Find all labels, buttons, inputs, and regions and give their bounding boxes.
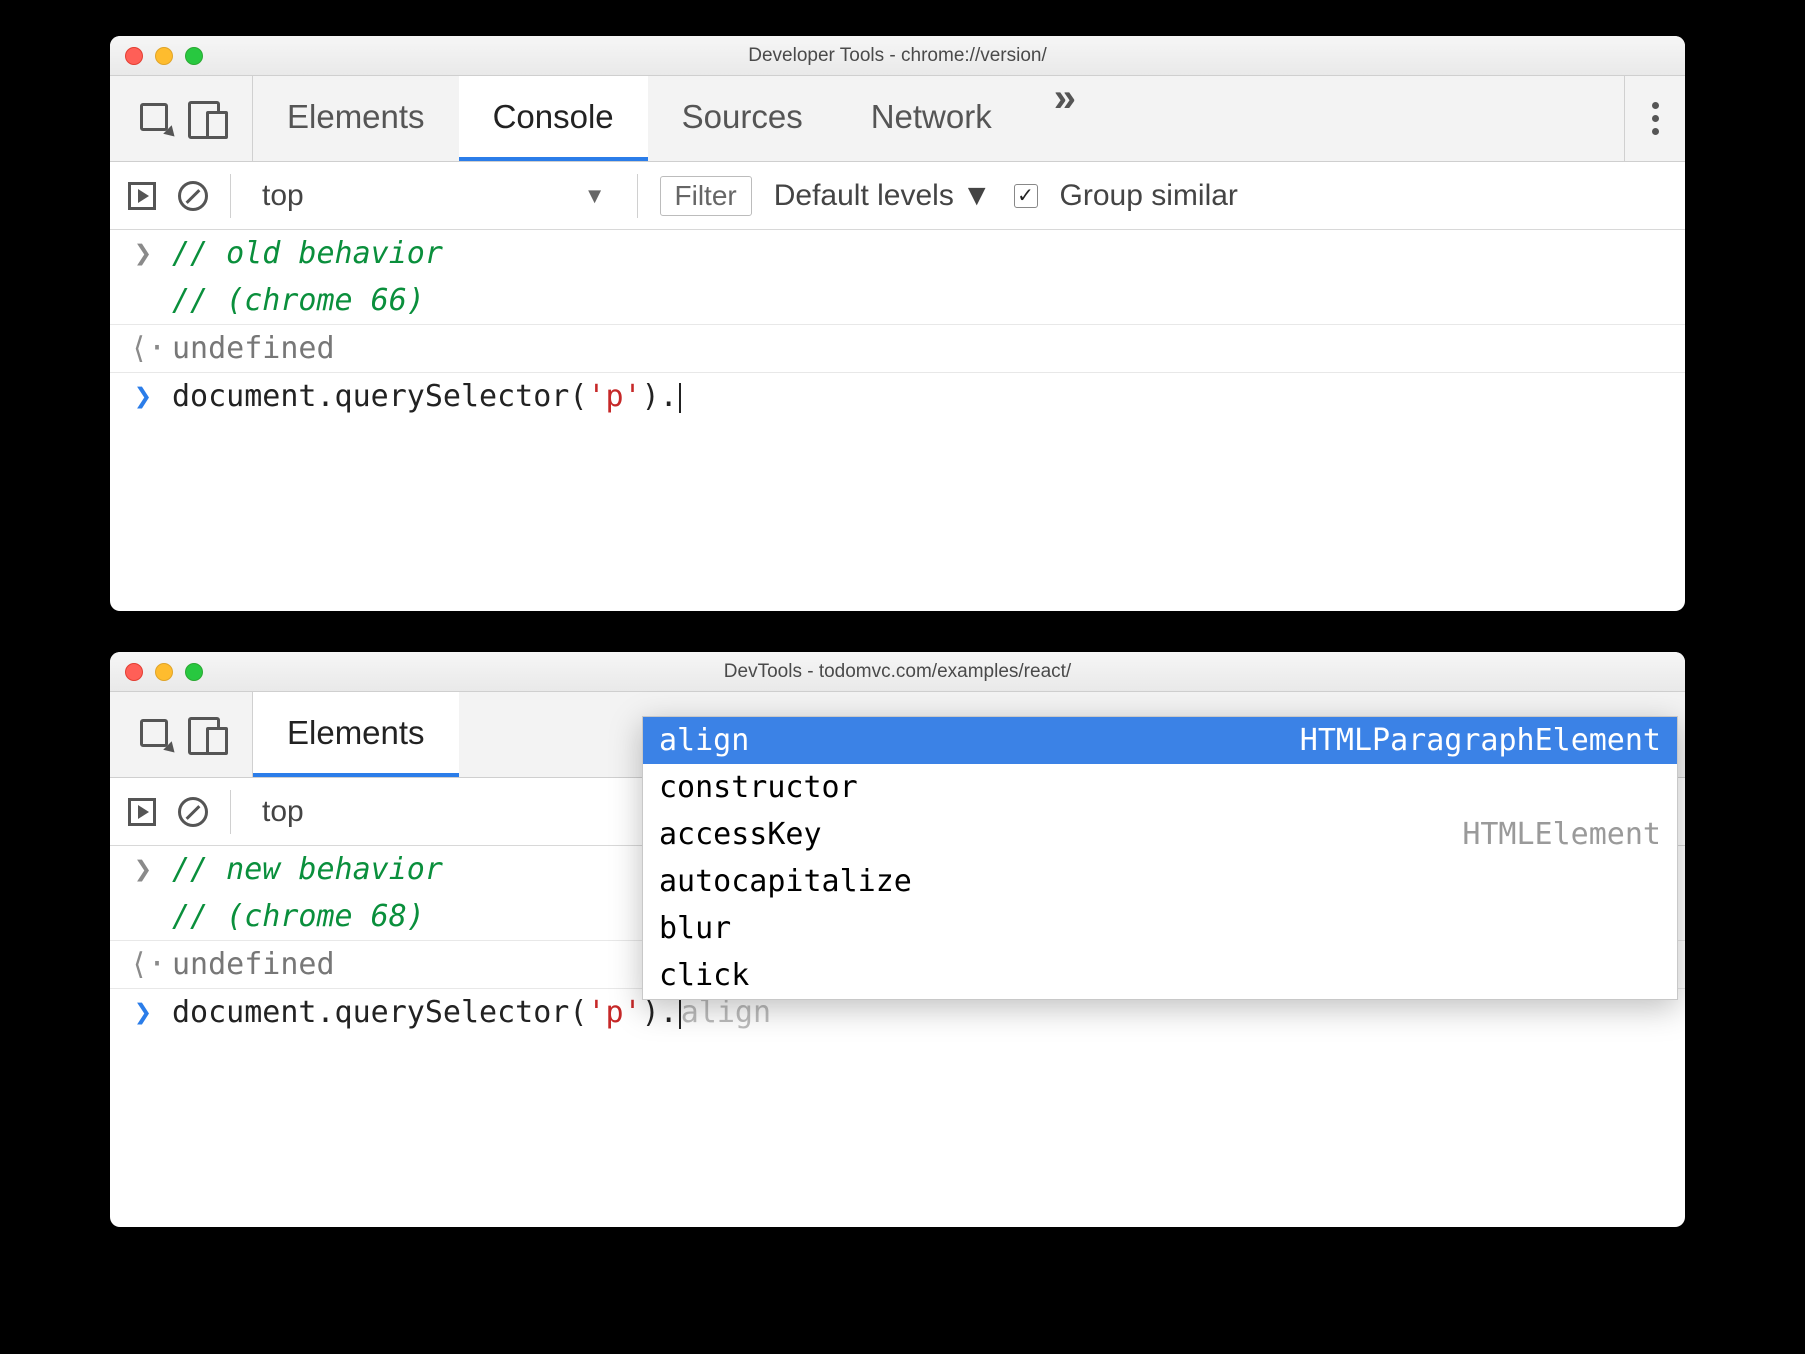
window-title: Developer Tools - chrome://version/: [110, 45, 1685, 67]
autocomplete-item[interactable]: autocapitalize: [643, 858, 1677, 905]
levels-label: Default levels: [774, 179, 954, 213]
console-input[interactable]: document.querySelector('p').align: [172, 995, 771, 1030]
console-comment: // old behavior: [172, 236, 443, 271]
ac-label: accessKey: [659, 817, 822, 852]
console-comment: // (chrome 68): [172, 899, 425, 934]
ac-meta: HTMLParagraphElement: [1300, 723, 1661, 758]
log-levels-selector[interactable]: Default levels ▼: [774, 179, 992, 213]
ac-label: click: [659, 958, 749, 993]
console-result: undefined: [172, 947, 335, 982]
devtools-window-2: DevTools - todomvc.com/examples/react/ E…: [110, 652, 1685, 1227]
panel-tabs: Elements Console Sources Network »: [110, 76, 1685, 162]
ac-label: constructor: [659, 770, 858, 805]
prompt-marker-icon: ❯: [130, 995, 156, 1030]
context-label: top: [262, 795, 304, 829]
chevron-down-icon: ▼: [962, 179, 992, 213]
console-output: ❯ // old behavior // (chrome 66) ⟨· unde…: [110, 230, 1685, 420]
window-title: DevTools - todomvc.com/examples/react/: [110, 661, 1685, 683]
tab-elements[interactable]: Elements: [253, 692, 459, 777]
autocomplete-item[interactable]: click: [643, 952, 1677, 999]
context-selector[interactable]: top: [253, 792, 313, 832]
context-selector[interactable]: top ▼: [253, 176, 615, 216]
ac-label: blur: [659, 911, 731, 946]
titlebar[interactable]: Developer Tools - chrome://version/: [110, 36, 1685, 76]
titlebar[interactable]: DevTools - todomvc.com/examples/react/: [110, 652, 1685, 692]
input-marker-icon: ❯: [130, 236, 156, 271]
autocomplete-item[interactable]: align HTMLParagraphElement: [643, 717, 1677, 764]
console-result: undefined: [172, 331, 335, 366]
console-input[interactable]: document.querySelector('p').: [172, 379, 681, 414]
console-filter-bar: top ▼ Filter Default levels ▼ Group simi…: [110, 162, 1685, 230]
tab-console[interactable]: Console: [459, 76, 648, 161]
output-marker-icon: ⟨·: [130, 331, 156, 366]
autocomplete-item[interactable]: accessKey HTMLElement: [643, 811, 1677, 858]
live-expression-icon[interactable]: [128, 798, 156, 826]
console-comment: // (chrome 66): [172, 283, 425, 318]
text-cursor: [679, 383, 681, 413]
ac-meta: HTMLElement: [1462, 817, 1661, 852]
ghost-completion: align: [681, 995, 771, 1030]
devtools-window-1: Developer Tools - chrome://version/ Elem…: [110, 36, 1685, 611]
kebab-menu-icon[interactable]: [1625, 102, 1685, 135]
autocomplete-item[interactable]: constructor: [643, 764, 1677, 811]
tab-sources[interactable]: Sources: [648, 76, 837, 161]
live-expression-icon[interactable]: [128, 182, 156, 210]
toolbar-left: [110, 76, 253, 161]
autocomplete-item[interactable]: blur: [643, 905, 1677, 952]
separator: [230, 174, 231, 218]
device-toggle-icon[interactable]: [188, 101, 224, 137]
group-similar-checkbox[interactable]: [1014, 184, 1038, 208]
separator: [637, 174, 638, 218]
tab-network[interactable]: Network: [837, 76, 1026, 161]
device-toggle-icon[interactable]: [188, 717, 224, 753]
console-comment: // new behavior: [172, 852, 443, 887]
tabs-overflow-icon[interactable]: »: [1026, 76, 1104, 161]
separator: [230, 790, 231, 834]
inspect-icon[interactable]: [138, 101, 174, 137]
clear-console-icon[interactable]: [178, 181, 208, 211]
output-marker-icon: ⟨·: [130, 947, 156, 982]
ac-label: align: [659, 723, 749, 758]
filter-input[interactable]: Filter: [660, 176, 752, 216]
clear-console-icon[interactable]: [178, 797, 208, 827]
chevron-down-icon: ▼: [584, 183, 606, 209]
tab-elements[interactable]: Elements: [253, 76, 459, 161]
group-similar-label: Group similar: [1060, 179, 1238, 213]
input-marker-icon: ❯: [130, 852, 156, 887]
context-label: top: [262, 179, 304, 213]
toolbar-left: [110, 692, 253, 777]
ac-label: autocapitalize: [659, 864, 912, 899]
inspect-icon[interactable]: [138, 717, 174, 753]
autocomplete-popup: align HTMLParagraphElement constructor a…: [642, 716, 1678, 1000]
prompt-marker-icon: ❯: [130, 379, 156, 414]
